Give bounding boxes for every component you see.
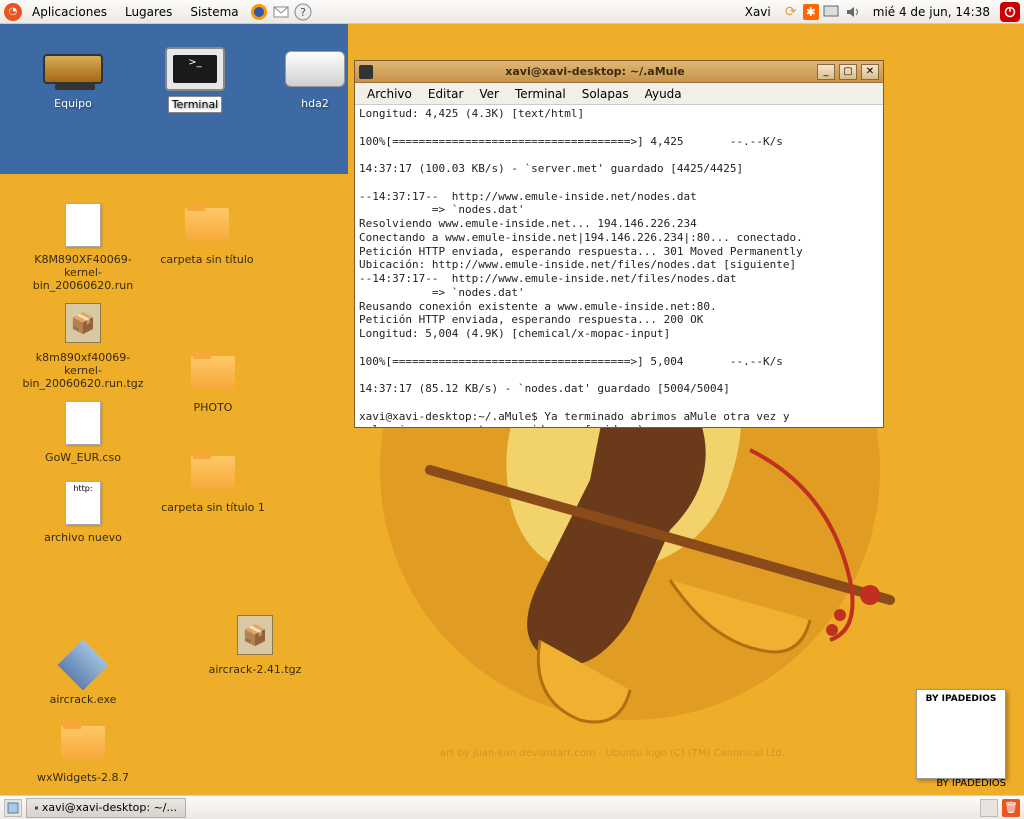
clock[interactable]: mié 4 de jun, 14:38 (865, 3, 998, 21)
desktop-icon-wxwidgets-2-8-7[interactable]: wxWidgets-2.8.7 (28, 718, 138, 785)
mail-icon[interactable] (271, 2, 291, 22)
trash-icon[interactable]: 🗑 (1002, 799, 1020, 817)
volume-icon[interactable] (843, 2, 863, 22)
desktop-icon-k8m890xf40069-kernel-bin-20060[interactable]: K8M890XF40069-kernel-bin_20060620.run (28, 200, 138, 294)
menu-archivo[interactable]: Archivo (361, 85, 418, 103)
computer-icon (43, 44, 103, 94)
file-icon: http: (53, 478, 113, 528)
svg-text:?: ? (300, 6, 306, 19)
desktop-icon-photo[interactable]: PHOTO (158, 348, 268, 415)
note-caption: BY IPADEDIOS (936, 778, 1006, 789)
workspace-switcher[interactable] (980, 799, 998, 817)
menu-editar[interactable]: Editar (422, 85, 470, 103)
help-icon[interactable]: ? (293, 2, 313, 22)
window-titlebar[interactable]: xavi@xavi-desktop: ~/.aMule _ ▢ ✕ (355, 61, 883, 83)
system-tray: 🗑 (980, 799, 1020, 817)
window-icon (359, 65, 373, 79)
icon-label: carpeta sin título (157, 252, 256, 267)
menu-ayuda[interactable]: Ayuda (639, 85, 688, 103)
menu-places[interactable]: Lugares (117, 3, 180, 21)
taskbar-label: xavi@xavi-desktop: ~/... (42, 801, 177, 814)
menu-solapas[interactable]: Solapas (576, 85, 635, 103)
show-desktop-button[interactable] (4, 799, 22, 817)
menu-system[interactable]: Sistema (182, 3, 246, 21)
window-title: xavi@xavi-desktop: ~/.aMule (377, 65, 813, 78)
icon-label: aircrack.exe (47, 692, 120, 707)
bottom-panel: >_ xavi@xavi-desktop: ~/... 🗑 (0, 795, 1024, 819)
user-menu[interactable]: Xavi (737, 3, 779, 21)
folder-icon (183, 348, 243, 398)
tgz-icon: 📦 (225, 610, 285, 660)
power-button[interactable] (1000, 2, 1020, 22)
desktop-icon-gow-eur-cso[interactable]: GoW_EUR.cso (28, 398, 138, 465)
network-icon[interactable]: ⟳ (781, 2, 801, 22)
icon-label: carpeta sin título 1 (158, 500, 268, 515)
desktop-icon-terminal[interactable]: >_ Terminal (140, 44, 250, 113)
tgz-icon: 📦 (53, 298, 113, 348)
terminal-menubar: Archivo Editar Ver Terminal Solapas Ayud… (355, 83, 883, 105)
close-button[interactable]: ✕ (861, 64, 879, 80)
file-icon (53, 640, 113, 690)
icon-label: wxWidgets-2.8.7 (34, 770, 132, 785)
terminal-icon: >_ (165, 44, 225, 94)
icon-label: Equipo (51, 96, 95, 111)
file-icon (53, 398, 113, 448)
sticky-note[interactable]: BY IPADEDIOS (916, 689, 1006, 779)
panel-right: Xavi ⟳ ✱ mié 4 de jun, 14:38 (737, 2, 1020, 22)
folder-icon (53, 718, 113, 768)
menu-terminal[interactable]: Terminal (509, 85, 572, 103)
icon-label: hda2 (298, 96, 332, 111)
icon-label: k8m890xf40069-kernel-bin_20060620.run.tg… (19, 350, 146, 392)
panel-left: ◔ Aplicaciones Lugares Sistema ? (4, 2, 313, 22)
terminal-window[interactable]: xavi@xavi-desktop: ~/.aMule _ ▢ ✕ Archiv… (354, 60, 884, 428)
desktop-icon-archivo-nuevo[interactable]: http: archivo nuevo (28, 478, 138, 545)
desktop-icon-k8m890xf40069-kernel-bin-20060[interactable]: 📦k8m890xf40069-kernel-bin_20060620.run.t… (28, 298, 138, 392)
firefox-icon[interactable] (249, 2, 269, 22)
desktop-icon-carpeta-sin-t-tulo-1[interactable]: carpeta sin título 1 (158, 448, 268, 515)
icon-label: GoW_EUR.cso (42, 450, 124, 465)
screen-icon[interactable] (821, 2, 841, 22)
desktop-icon-equipo[interactable]: Equipo (18, 44, 128, 111)
notification-icon[interactable]: ✱ (803, 4, 819, 20)
icon-label: Terminal (168, 96, 223, 113)
desktop-icon-aircrack-exe[interactable]: aircrack.exe (28, 640, 138, 707)
note-header: BY IPADEDIOS (921, 694, 1001, 704)
taskbar-terminal[interactable]: >_ xavi@xavi-desktop: ~/... (26, 798, 186, 818)
icon-label: aircrack-2.41.tgz (206, 662, 305, 677)
top-panel: ◔ Aplicaciones Lugares Sistema ? Xavi ⟳ … (0, 0, 1024, 24)
ubuntu-logo-icon[interactable]: ◔ (4, 3, 22, 21)
file-icon (53, 200, 113, 250)
icon-label: K8M890XF40069-kernel-bin_20060620.run (28, 252, 138, 294)
maximize-button[interactable]: ▢ (839, 64, 857, 80)
minimize-button[interactable]: _ (817, 64, 835, 80)
folder-icon (183, 448, 243, 498)
desktop-icon-carpeta-sin-t-tulo[interactable]: carpeta sin título (152, 200, 262, 267)
menu-applications[interactable]: Aplicaciones (24, 3, 115, 21)
icon-label: PHOTO (191, 400, 236, 415)
desktop-icon-aircrack-2-41-tgz[interactable]: 📦 aircrack-2.41.tgz (200, 610, 310, 677)
drive-icon (285, 44, 345, 94)
menu-ver[interactable]: Ver (473, 85, 505, 103)
folder-icon (177, 200, 237, 250)
wallpaper-credit: art by juan-kun.deviantart.com - Ubuntu … (440, 748, 785, 759)
icon-label: archivo nuevo (41, 530, 125, 545)
terminal-output[interactable]: Longitud: 4,425 (4.3K) [text/html] 100%[… (355, 105, 883, 427)
